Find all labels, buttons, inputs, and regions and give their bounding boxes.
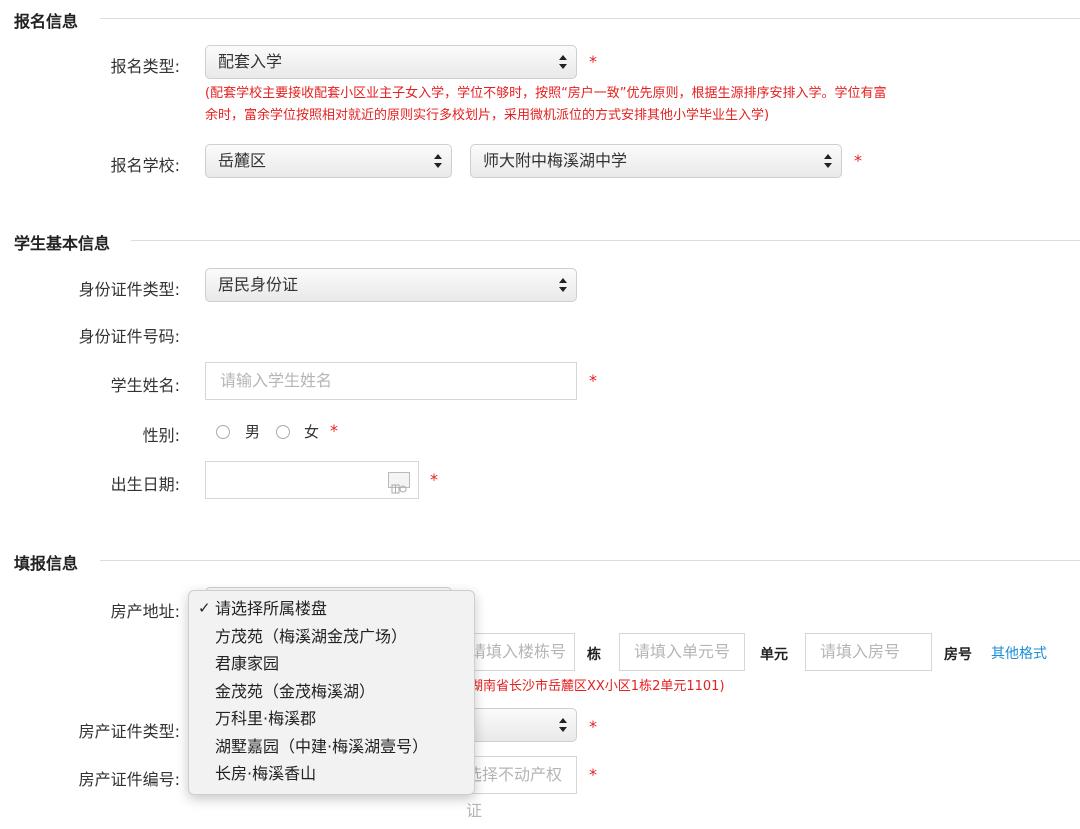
id-type-value: 居民身份证: [218, 275, 299, 294]
estate-option[interactable]: 湖墅嘉园（中建·梅溪湖壹号）: [189, 733, 474, 761]
option-label: 金茂苑（金茂梅溪湖）: [215, 681, 376, 701]
address-example-note: 湖南省长沙市岳麓区XX小区1栋2单元1101): [470, 679, 725, 694]
cert-number-label: 房产证件编号:: [78, 770, 180, 789]
estate-option[interactable]: 金茂苑（金茂梅溪湖）: [189, 678, 474, 706]
cert-type-label: 房产证件类型:: [78, 722, 180, 741]
section-title-registration: 报名信息: [14, 12, 79, 31]
required-mark: *: [854, 151, 862, 170]
updown-arrows-icon: [824, 154, 832, 168]
property-address-label: 房产地址:: [110, 602, 180, 621]
school-select[interactable]: 师大附中梅溪湖中学: [470, 144, 842, 178]
option-label: 湖墅嘉园（中建·梅溪湖壹号）: [215, 736, 429, 756]
option-label: 长房·梅溪香山: [215, 764, 317, 783]
gender-label: 性别:: [142, 426, 180, 445]
section-divider: [100, 18, 1080, 19]
birth-date-label: 出生日期:: [110, 475, 180, 494]
section-divider: [100, 560, 1080, 561]
unit-number-input[interactable]: 请填入单元号: [619, 633, 745, 671]
student-name-placeholder: 请输入学生姓名: [220, 371, 333, 390]
room-number-input[interactable]: 请填入房号: [805, 633, 932, 671]
estate-dropdown-menu[interactable]: ✓ 请选择所属楼盘 方茂苑（梅溪湖金茂广场） 君康家园 金茂苑（金茂梅溪湖） 万…: [188, 590, 475, 795]
registration-type-label: 报名类型:: [110, 57, 180, 76]
estate-option[interactable]: 方茂苑（梅溪湖金茂广场）: [189, 623, 474, 651]
estate-option[interactable]: 万科里·梅溪郡: [189, 705, 474, 733]
required-mark: *: [589, 765, 597, 784]
building-unit-label: 栋: [587, 647, 601, 663]
required-mark: *: [430, 470, 438, 489]
updown-arrows-icon: [559, 55, 567, 69]
room-unit-label: 房号: [944, 647, 972, 663]
student-name-input[interactable]: 请输入学生姓名: [205, 362, 577, 400]
option-label: 君康家园: [215, 654, 280, 673]
estate-option[interactable]: 长房·梅溪香山: [189, 760, 474, 788]
estate-option[interactable]: 君康家园: [189, 650, 474, 678]
note-line-1: (配套学校主要接收配套小区业主子女入学，学位不够时，按照“房户一致”优先原则，根…: [205, 86, 887, 101]
gender-male-radio[interactable]: [216, 425, 230, 439]
birth-date-input[interactable]: [205, 461, 419, 499]
student-name-label: 学生姓名:: [110, 376, 180, 395]
estate-option[interactable]: ✓ 请选择所属楼盘: [189, 595, 474, 623]
section-title-student: 学生基本信息: [14, 234, 111, 253]
unit-number-placeholder: 请填入单元号: [634, 642, 731, 661]
required-mark: *: [589, 371, 597, 390]
district-value: 岳麓区: [218, 151, 267, 170]
section-title-fill: 填报信息: [14, 554, 79, 573]
option-label: 请选择所属楼盘: [215, 599, 328, 618]
section-divider: [131, 240, 1080, 241]
id-number-label: 身份证件号码:: [78, 327, 180, 346]
building-number-placeholder: 请填入楼栋号: [470, 642, 567, 661]
unit-unit-label: 单元: [760, 647, 788, 663]
updown-arrows-icon: [559, 718, 567, 732]
required-mark: *: [330, 421, 338, 440]
updown-arrows-icon: [559, 278, 567, 292]
note-line-2: 余时，富余学位按照相对就近的原则实行多校划片，采用微机派位的方式安排其他小学毕业…: [205, 108, 770, 123]
id-type-label: 身份证件类型:: [78, 280, 180, 299]
option-label: 方茂苑（梅溪湖金茂广场）: [215, 626, 408, 646]
checkmark-icon: ✓: [198, 599, 211, 617]
school-value: 师大附中梅溪湖中学: [483, 151, 628, 170]
gender-female-label: 女: [304, 423, 320, 441]
cert-number-placeholder: 选择不动产权证: [466, 765, 563, 820]
registration-type-value: 配套入学: [218, 52, 283, 71]
room-number-placeholder: 请填入房号: [820, 642, 901, 661]
option-label: 万科里·梅溪郡: [215, 709, 317, 728]
registration-type-select[interactable]: 配套入学: [205, 45, 577, 79]
required-mark: *: [589, 52, 597, 71]
id-type-select[interactable]: 居民身份证: [205, 268, 577, 302]
gender-male-label: 男: [245, 423, 261, 441]
district-select[interactable]: 岳麓区: [205, 144, 452, 178]
registration-school-label: 报名学校:: [110, 156, 180, 175]
calendar-icon[interactable]: [388, 472, 410, 494]
required-mark: *: [589, 717, 597, 736]
other-format-link[interactable]: 其他格式: [991, 643, 1047, 663]
updown-arrows-icon: [434, 154, 442, 168]
registration-type-note: (配套学校主要接收配套小区业主子女入学，学位不够时，按照“房户一致”优先原则，根…: [205, 83, 1065, 127]
gender-female-radio[interactable]: [276, 425, 290, 439]
